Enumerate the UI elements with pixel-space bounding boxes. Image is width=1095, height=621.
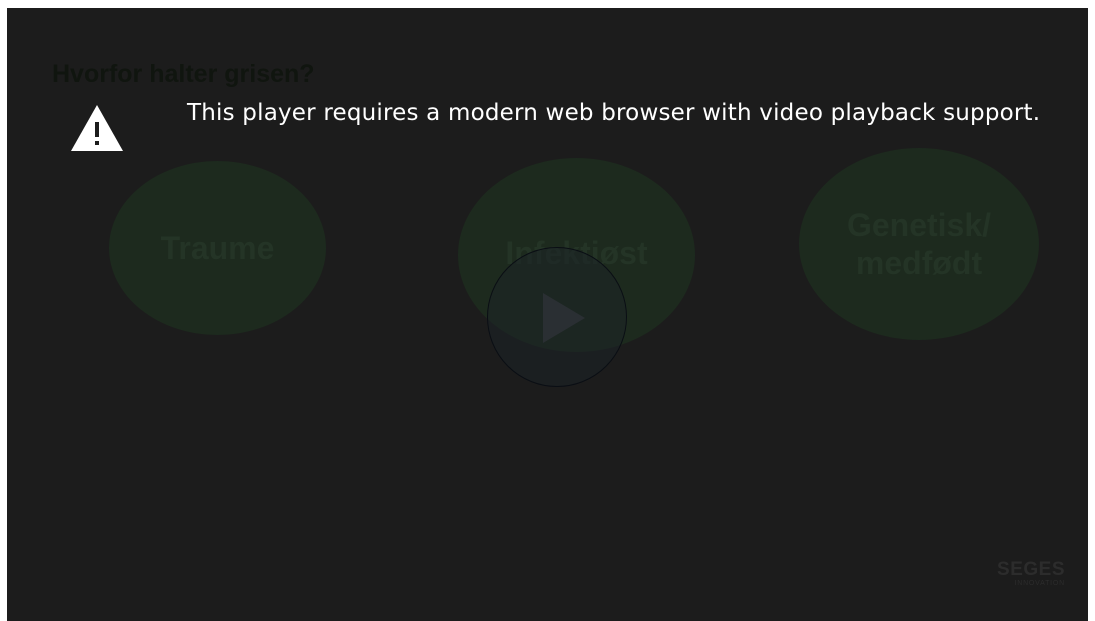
bubble-label: Genetisk/ medfødt (846, 207, 992, 281)
bubble-label: Traume (160, 230, 275, 266)
brand-name: SEGES (997, 559, 1065, 580)
warning-triangle-icon (71, 105, 123, 151)
slide-title: Hvorfor halter grisen? (52, 60, 315, 88)
brand-subtitle: INNOVATION (1014, 580, 1065, 587)
video-player[interactable]: Hvorfor halter grisen? Traume Infektiøst… (7, 8, 1088, 621)
play-icon (543, 293, 585, 343)
bubble-trauma: Traume (109, 161, 326, 335)
brand-logo: SEGES INNOVATION (997, 560, 1065, 588)
warning-message: This player requires a modern web browse… (187, 100, 1041, 126)
bubble-genetic: Genetisk/ medfødt (799, 148, 1039, 340)
play-button[interactable] (487, 247, 627, 387)
